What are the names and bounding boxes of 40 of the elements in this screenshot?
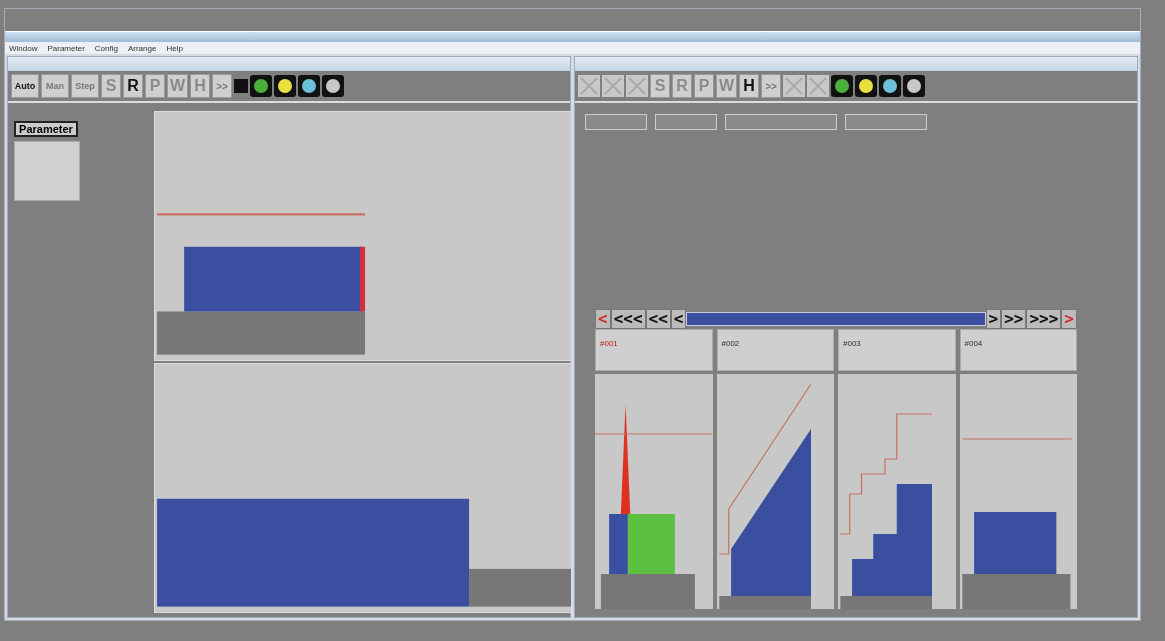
status-light[interactable]	[322, 75, 345, 97]
nav-back-button[interactable]: <<	[645, 309, 671, 329]
info-field[interactable]	[725, 114, 837, 130]
menu-item[interactable]: Window	[9, 43, 38, 53]
card-header[interactable]: #004	[959, 329, 1077, 371]
menu-item[interactable]: Arrange	[127, 43, 157, 53]
nav-forward-button[interactable]: >>	[1001, 309, 1027, 329]
status-light[interactable]	[831, 75, 854, 97]
status-light[interactable]	[903, 75, 926, 97]
status-light[interactable]	[879, 75, 902, 97]
measured-area	[609, 514, 628, 574]
status-light[interactable]	[855, 75, 878, 97]
card-header[interactable]: #002	[716, 329, 834, 371]
mode-letter-button[interactable]: R	[123, 74, 143, 98]
nav-forward-button[interactable]: >	[985, 309, 1002, 329]
status-light[interactable]	[250, 75, 273, 97]
parameter-button[interactable]: Parameter	[14, 121, 78, 137]
menu-item[interactable]: Config	[94, 43, 118, 53]
nav-forward-button[interactable]: >>>	[1026, 309, 1062, 329]
card-header[interactable]: #001	[595, 329, 713, 371]
card-title: #002	[721, 339, 740, 348]
info-field[interactable]	[655, 114, 717, 130]
card-title: #004	[964, 339, 983, 348]
card-title: #003	[843, 339, 861, 348]
stop-icon[interactable]	[234, 79, 249, 93]
menu-item[interactable]: Help	[166, 43, 183, 53]
highlighted-area	[627, 514, 675, 574]
nav-back-button[interactable]: <<<	[610, 309, 646, 329]
status-light[interactable]	[298, 75, 321, 97]
edge-marker	[359, 246, 366, 312]
info-field[interactable]	[845, 114, 927, 130]
menu-item[interactable]: Parameter	[47, 43, 85, 53]
card-header[interactable]: #003	[838, 329, 956, 371]
status-light[interactable]	[274, 75, 297, 97]
mode-letter-button[interactable]: H	[739, 74, 760, 98]
mode-button[interactable]: Auto	[11, 74, 39, 98]
card-title: #001	[600, 339, 618, 348]
info-field[interactable]	[585, 114, 647, 130]
scroll-bar[interactable]	[686, 312, 986, 326]
parameter-table	[14, 141, 80, 201]
